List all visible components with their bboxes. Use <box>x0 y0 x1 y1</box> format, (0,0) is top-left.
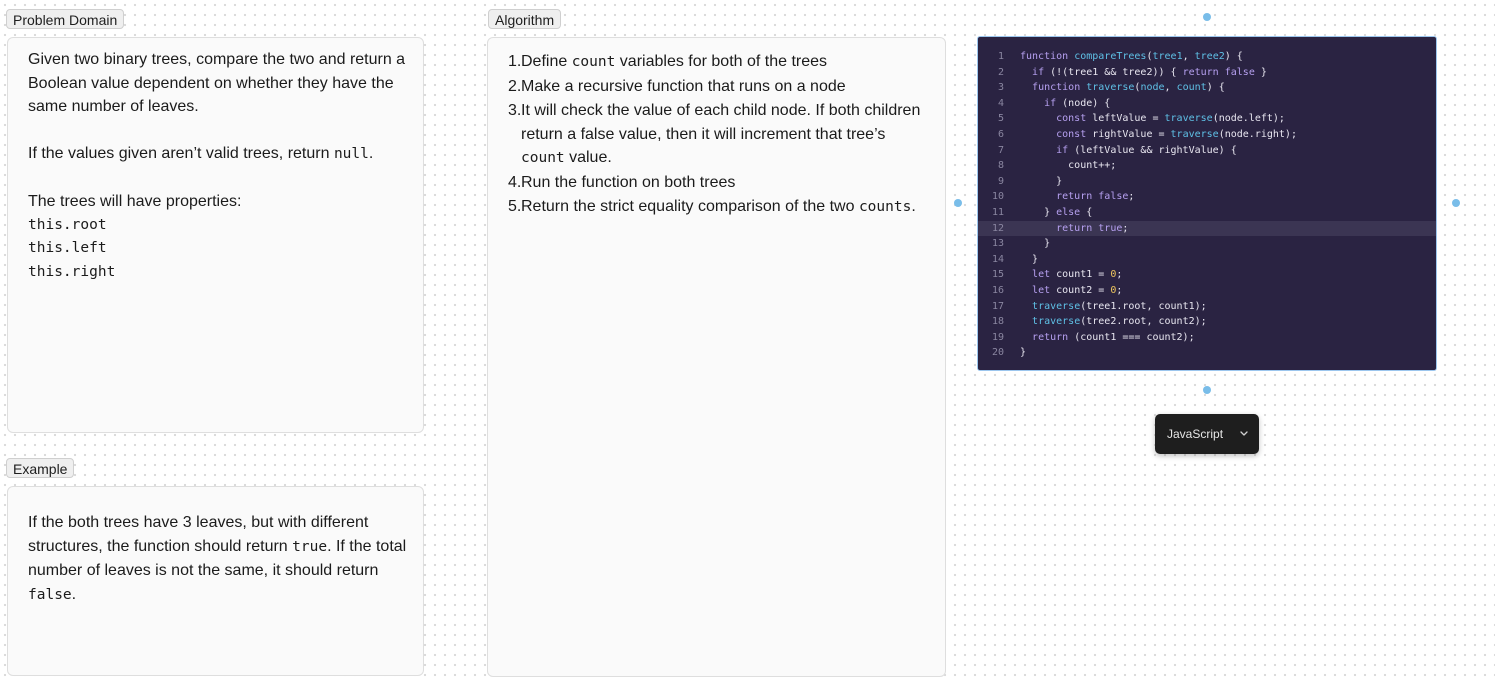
line-number: 10 <box>991 191 1004 203</box>
code-line: 2 if (!(tree1 && tree2)) { return false … <box>978 65 1436 81</box>
line-code: function compareTrees(tree1, tree2) { <box>1020 51 1243 62</box>
code-line: 3 function traverse(node, count) { <box>978 80 1436 96</box>
resize-handle-top[interactable] <box>1203 13 1211 21</box>
line-code: if (node) { <box>1044 97 1111 109</box>
line-number: 6 <box>997 128 1004 140</box>
line-number: 15 <box>991 269 1004 281</box>
code-line: 1 function compareTrees(tree1, tree2) { <box>978 49 1436 65</box>
problem-domain-label[interactable]: Problem Domain <box>6 9 125 29</box>
algorithm-step: 4. Run the function on both trees <box>508 173 736 191</box>
line-number: 9 <box>997 175 1004 187</box>
algorithm-card[interactable]: 1. Define count variables for both of the… <box>487 37 946 677</box>
example-label[interactable]: Example <box>6 458 75 478</box>
code-line: 13 } <box>978 236 1436 252</box>
line-code: } <box>1020 347 1027 359</box>
line-number: 13 <box>991 238 1004 250</box>
problem-paragraph-2: If the values given aren’t valid trees, … <box>28 145 374 162</box>
code-line: 20} <box>978 345 1436 361</box>
line-code: if (leftValue && rightValue) { <box>1056 144 1237 156</box>
example-paragraph: If the both trees have 3 leaves, but wit… <box>28 514 407 603</box>
algorithm-step: 5. Return the strict equality comparison … <box>508 198 916 215</box>
line-code: } <box>1020 253 1039 265</box>
code-line: 7 if (leftValue && rightValue) { <box>978 143 1436 159</box>
resize-handle-bottom[interactable] <box>1203 386 1211 394</box>
line-code: } <box>1020 175 1063 187</box>
line-number: 8 <box>997 160 1004 172</box>
line-number: 4 <box>997 97 1004 109</box>
code-line: 17 traverse(tree1.root, count1); <box>978 299 1436 315</box>
code-line: 10 return false; <box>978 189 1436 205</box>
line-code: return false; <box>1056 191 1135 203</box>
example-card[interactable]: If the both trees have 3 leaves, but wit… <box>7 486 424 676</box>
line-number: 11 <box>991 206 1004 218</box>
problem-domain-text: Given two binary trees, compare the two … <box>28 48 408 284</box>
property-left: this.left <box>28 240 107 256</box>
algorithm-step: 3. It will check the value of each child … <box>508 102 921 166</box>
code-block[interactable]: 1 function compareTrees(tree1, tree2) { 2 … <box>977 36 1437 371</box>
problem-paragraph-1: Given two binary trees, compare the two … <box>28 51 406 115</box>
resize-handle-right[interactable] <box>1452 199 1460 207</box>
problem-paragraph-3: The trees will have properties: <box>28 193 242 210</box>
line-code: const leftValue = traverse(node.left); <box>1056 113 1285 125</box>
code-line: 8 count++; <box>978 158 1436 174</box>
code-line: 11 } else { <box>978 205 1436 221</box>
algorithm-steps: 1. Define count variables for both of the… <box>508 50 921 220</box>
line-number: 7 <box>997 144 1004 156</box>
code-line: 12 return true; <box>978 220 1436 237</box>
line-code: let count1 = 0; <box>1032 269 1123 281</box>
line-code: const rightValue = traverse(node.right); <box>1056 128 1297 140</box>
line-code: traverse(tree1.root, count1); <box>1032 300 1207 312</box>
line-number: 17 <box>991 300 1004 312</box>
line-number: 14 <box>991 253 1004 265</box>
line-code: if (!(tree1 && tree2)) { return false } <box>1032 66 1267 78</box>
example-text: If the both trees have 3 leaves, but wit… <box>28 511 408 607</box>
line-number: 5 <box>997 113 1004 125</box>
line-code: } else { <box>1020 206 1093 218</box>
line-number: 16 <box>991 284 1004 296</box>
code-line: 6 const rightValue = traverse(node.right… <box>978 127 1436 143</box>
property-right: this.right <box>28 263 116 280</box>
code-line: 14 } <box>978 252 1436 268</box>
line-code: } <box>1020 238 1051 250</box>
line-code: traverse(tree2.root, count2); <box>1032 316 1207 328</box>
code-editor-body[interactable]: 1 function compareTrees(tree1, tree2) { 2 … <box>978 49 1436 361</box>
line-code: let count2 = 0; <box>1032 284 1123 296</box>
resize-handle-left[interactable] <box>954 199 962 207</box>
code-line: 4 if (node) { <box>978 96 1436 112</box>
line-number: 18 <box>991 316 1004 328</box>
language-selector[interactable]: JavaScript <box>1155 414 1259 454</box>
problem-domain-card[interactable]: Given two binary trees, compare the two … <box>7 37 424 433</box>
code-line: 16 let count2 = 0; <box>978 283 1436 299</box>
line-number: 20 <box>991 347 1004 359</box>
line-number: 19 <box>991 331 1004 343</box>
algorithm-step: 1. Define count variables for both of the… <box>508 53 828 70</box>
chevron-down-icon <box>1239 426 1249 442</box>
line-number: 12 <box>991 222 1004 234</box>
line-code: count++; <box>1020 160 1117 172</box>
algorithm-step: 2. Make a recursive function that runs on… <box>508 77 846 95</box>
property-root: this.root <box>28 216 107 233</box>
language-label: JavaScript <box>1167 427 1224 441</box>
line-code: return true; <box>1056 222 1129 234</box>
line-number: 2 <box>997 66 1004 78</box>
line-number: 3 <box>997 82 1004 94</box>
line-number: 1 <box>997 51 1004 62</box>
line-code: function traverse(node, count) { <box>1032 82 1225 94</box>
code-line: 19 return (count1 === count2); <box>978 330 1436 346</box>
code-line: 15 let count1 = 0; <box>978 267 1436 283</box>
code-line: 5 const leftValue = traverse(node.left); <box>978 111 1436 127</box>
code-line: 9 } <box>978 174 1436 190</box>
line-code: return (count1 === count2); <box>1032 331 1195 343</box>
algorithm-label[interactable]: Algorithm <box>488 9 562 29</box>
code-line: 18 traverse(tree2.root, count2); <box>978 314 1436 330</box>
